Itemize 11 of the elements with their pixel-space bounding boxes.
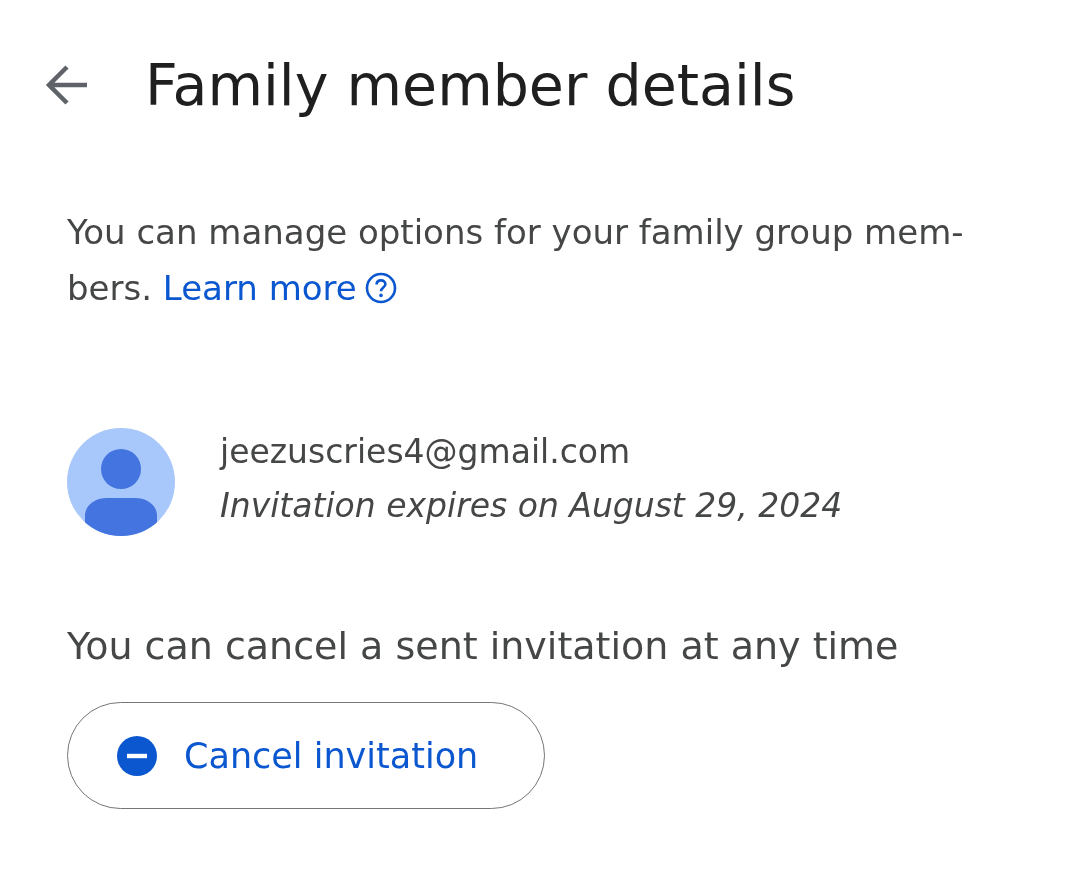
help-icon[interactable] — [364, 272, 397, 304]
back-arrow-icon[interactable] — [45, 64, 89, 106]
minus-circle-icon — [117, 735, 157, 776]
cancel-note: You can cancel a sent invitation at any time — [67, 623, 900, 670]
cancel-invitation-button[interactable]: Cancel invitation — [67, 702, 546, 809]
learn-more-link[interactable]: Learn more — [162, 260, 397, 316]
avatar-icon — [67, 428, 175, 536]
invitation-expiry-text: Invitation expires on August 29, 2024 — [220, 485, 843, 527]
member-email: jeezuscries4@gmail.com — [220, 431, 632, 473]
page-title: Family member details — [145, 51, 796, 120]
intro-text: You can manage options for your family group mem-bers. Learn more — [67, 204, 1042, 316]
